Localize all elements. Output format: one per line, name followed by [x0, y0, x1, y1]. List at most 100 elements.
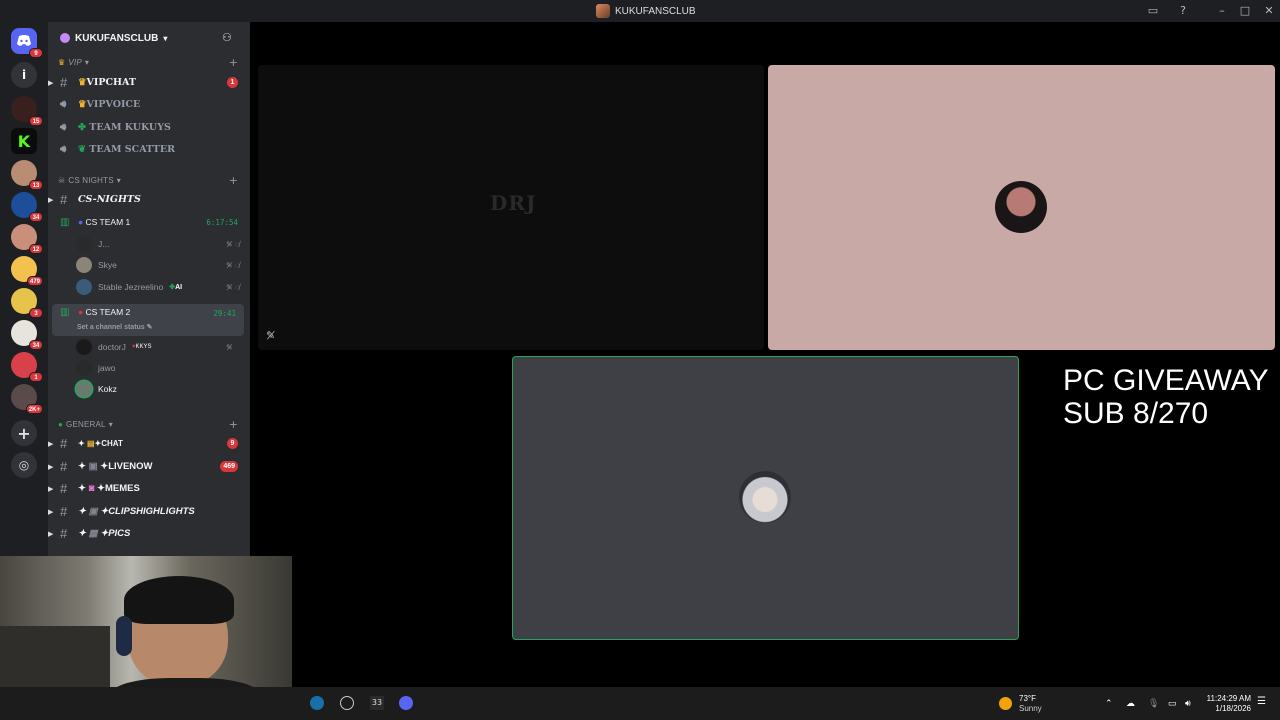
discord-taskbar-icon[interactable] [399, 696, 413, 710]
pencil-icon: ✎ [146, 324, 153, 331]
voice-user[interactable]: Kokz [76, 379, 117, 399]
tray-chevron-icon[interactable]: ⌃ [1105, 698, 1113, 708]
add-channel-icon[interactable]: + [229, 418, 238, 431]
channel-status[interactable]: Set a channel status ✎ [77, 323, 153, 331]
channel-csteam1[interactable]: ▥ ● CS TEAM 1 6:17:54 [48, 212, 250, 232]
app-icon[interactable] [340, 696, 354, 710]
info-server-icon[interactable]: i [11, 62, 37, 88]
photo-icon: ▦ [88, 527, 98, 539]
channel-pics[interactable]: ▶ # ✦ ▦ ✦PICS [48, 523, 250, 543]
window-title-text: KUKUFANSCLUB [615, 5, 696, 17]
volume-icon[interactable]: 🔊︎ [1185, 698, 1191, 708]
green-circle-icon: ● [58, 420, 64, 429]
camera-icon: ▣ [88, 505, 98, 517]
info-glyph: i [21, 68, 27, 82]
channel-label: ✦ ▣ ✦LIVENOW [78, 460, 153, 472]
server-g-icon[interactable]: 3 [11, 288, 43, 318]
channel-label: ✦ ▣ ✦CLIPSHIGHLIGHTS [78, 505, 195, 517]
kick-server-icon[interactable]: K [11, 128, 37, 154]
discover-icon[interactable]: ◎ [11, 452, 37, 478]
add-server-icon[interactable]: + [11, 420, 37, 446]
clover-icon: ✤ [78, 121, 86, 133]
discord-logo-icon [17, 35, 31, 46]
voice-user[interactable]: J... ✎̸ ◌̸ [76, 234, 240, 254]
minimize-button[interactable]: – [1214, 3, 1230, 19]
guild-header[interactable]: KUKUFANSCLUB ▾ [48, 22, 250, 54]
leaf-icon: ❦ [78, 143, 86, 155]
invite-people-icon[interactable]: ⚇ [222, 31, 236, 45]
giveaway-overlay: PC GIVEAWAY SUB 8/270 [1063, 364, 1269, 430]
voice-timer: 6:17:54 [206, 217, 238, 227]
voice-activity-icon: ▥ [60, 307, 70, 318]
mic-muted-icon: ✎̸ [266, 329, 276, 342]
voice-user[interactable]: Skye ✎̸ ◌̸ [76, 255, 240, 275]
channel-teamkukuys[interactable]: 🔊︎ ✤ TEAM KUKUYS [48, 117, 250, 137]
channel-csteam2[interactable]: ▥ ● CS TEAM 2 29:41 Set a channel status… [52, 304, 244, 336]
channel-name: ✦CHAT [94, 438, 123, 448]
voice-user[interactable]: doctorJ ♥KKYS ✎̸ [76, 337, 233, 357]
add-channel-icon[interactable]: + [229, 56, 238, 69]
avatar [76, 236, 92, 252]
voice-timer: 29:41 [213, 309, 236, 318]
weather-widget[interactable]: 73°F Sunny [1019, 694, 1042, 714]
channel-vipvoice[interactable]: 🔊︎ ♛VIPVOICE [48, 94, 250, 114]
help-icon[interactable]: ? [1175, 3, 1191, 19]
onedrive-icon[interactable]: ☁ [1126, 698, 1135, 708]
channel-name: CS TEAM 1 [85, 217, 131, 227]
channel-label: ❦ TEAM SCATTER [78, 144, 175, 155]
server-badge: 3 [29, 308, 43, 318]
video-tile-drj[interactable]: DRJ ✎̸ [258, 65, 764, 350]
guild-name: KUKUFANSCLUB [75, 32, 159, 44]
voice-user-name: Kokz [98, 384, 117, 394]
network-icon[interactable]: ▭ [1168, 698, 1177, 708]
channel-label: ● CS TEAM 1 [78, 217, 130, 227]
video-tile-user[interactable] [768, 65, 1275, 350]
chevron-down-icon: ▾ [84, 58, 90, 67]
server-h-icon[interactable]: 34 [11, 320, 43, 350]
server-a-icon[interactable]: 15 [11, 96, 43, 126]
channel-csnights[interactable]: ▶ # CS-NIGHTS [48, 189, 250, 209]
discord-home-icon[interactable]: 9 [11, 28, 43, 58]
mic-icon[interactable]: 🎙︎ [1148, 698, 1159, 708]
voice-user[interactable]: Stable Jezreelino ✤AI ✎̸ ◌̸ [76, 277, 240, 297]
channel-status-text: Set a channel status [77, 324, 145, 331]
notification-icon[interactable]: ☰ [1257, 697, 1266, 707]
server-e-icon[interactable]: 12 [11, 224, 43, 254]
channel-memes[interactable]: ▶ # ✦ ◙ ✦MEMES [48, 478, 250, 498]
window-title: KUKUFANSCLUB [596, 4, 696, 18]
inbox-icon[interactable]: ▭ [1145, 3, 1161, 19]
channel-clips[interactable]: ▶ # ✦ ▣ ✦CLIPSHIGHLIGHTS [48, 501, 250, 521]
speaker-icon: 🔊︎ [60, 143, 67, 155]
category-label: VIP [68, 58, 82, 67]
server-c-icon[interactable]: 13 [11, 160, 43, 190]
voice-user-name: Skye [98, 260, 117, 270]
channel-vipchat[interactable]: ▶ # ♛VIPCHAT 1 [48, 72, 250, 92]
steam-icon[interactable] [310, 696, 324, 710]
category-general[interactable]: ● GENERAL ▾ [58, 420, 113, 429]
clock-time: 11:24:29 AM [1206, 694, 1251, 703]
server-d-icon[interactable]: 34 [11, 192, 43, 222]
channel-livenow[interactable]: ▶ # ✦ ▣ ✦LIVENOW 469 [48, 456, 250, 476]
emoji-icon: ◙ [88, 482, 95, 494]
maximize-button[interactable]: □ [1237, 3, 1253, 19]
server-badge: 479 [26, 276, 43, 286]
category-csnights[interactable]: ☠ CS NIGHTS ▾ [58, 176, 121, 185]
close-button[interactable]: ✕ [1261, 3, 1277, 19]
server-f-icon[interactable]: 479 [11, 256, 43, 286]
video-tile-speaking[interactable] [512, 356, 1019, 640]
voice-user[interactable]: jawo [76, 358, 115, 378]
skull-icon: ☠ [58, 176, 66, 185]
mute-icon: ✎̸ [226, 342, 233, 352]
category-vip[interactable]: ♛ VIP ▾ [58, 58, 89, 67]
clock[interactable]: 11:24:29 AM 1/18/2026 [1205, 694, 1251, 714]
channel-teamscatter[interactable]: 🔊︎ ❦ TEAM SCATTER [48, 139, 250, 159]
title-bar: KUKUFANSCLUB ▭ ? – □ ✕ [0, 0, 1280, 22]
speaker-icon: 🔊︎ [60, 121, 67, 133]
app-icon[interactable]: 33 [370, 696, 384, 710]
text-channel-icon: # [60, 435, 68, 451]
server-i-icon[interactable]: 1 [11, 352, 43, 382]
server-j-icon[interactable]: 2K+ [11, 384, 43, 414]
voice-user-name: doctorJ [98, 342, 126, 352]
add-channel-icon[interactable]: + [229, 174, 238, 187]
channel-chat[interactable]: ▶ # ✦ ▤✦CHAT 9 [48, 433, 250, 453]
